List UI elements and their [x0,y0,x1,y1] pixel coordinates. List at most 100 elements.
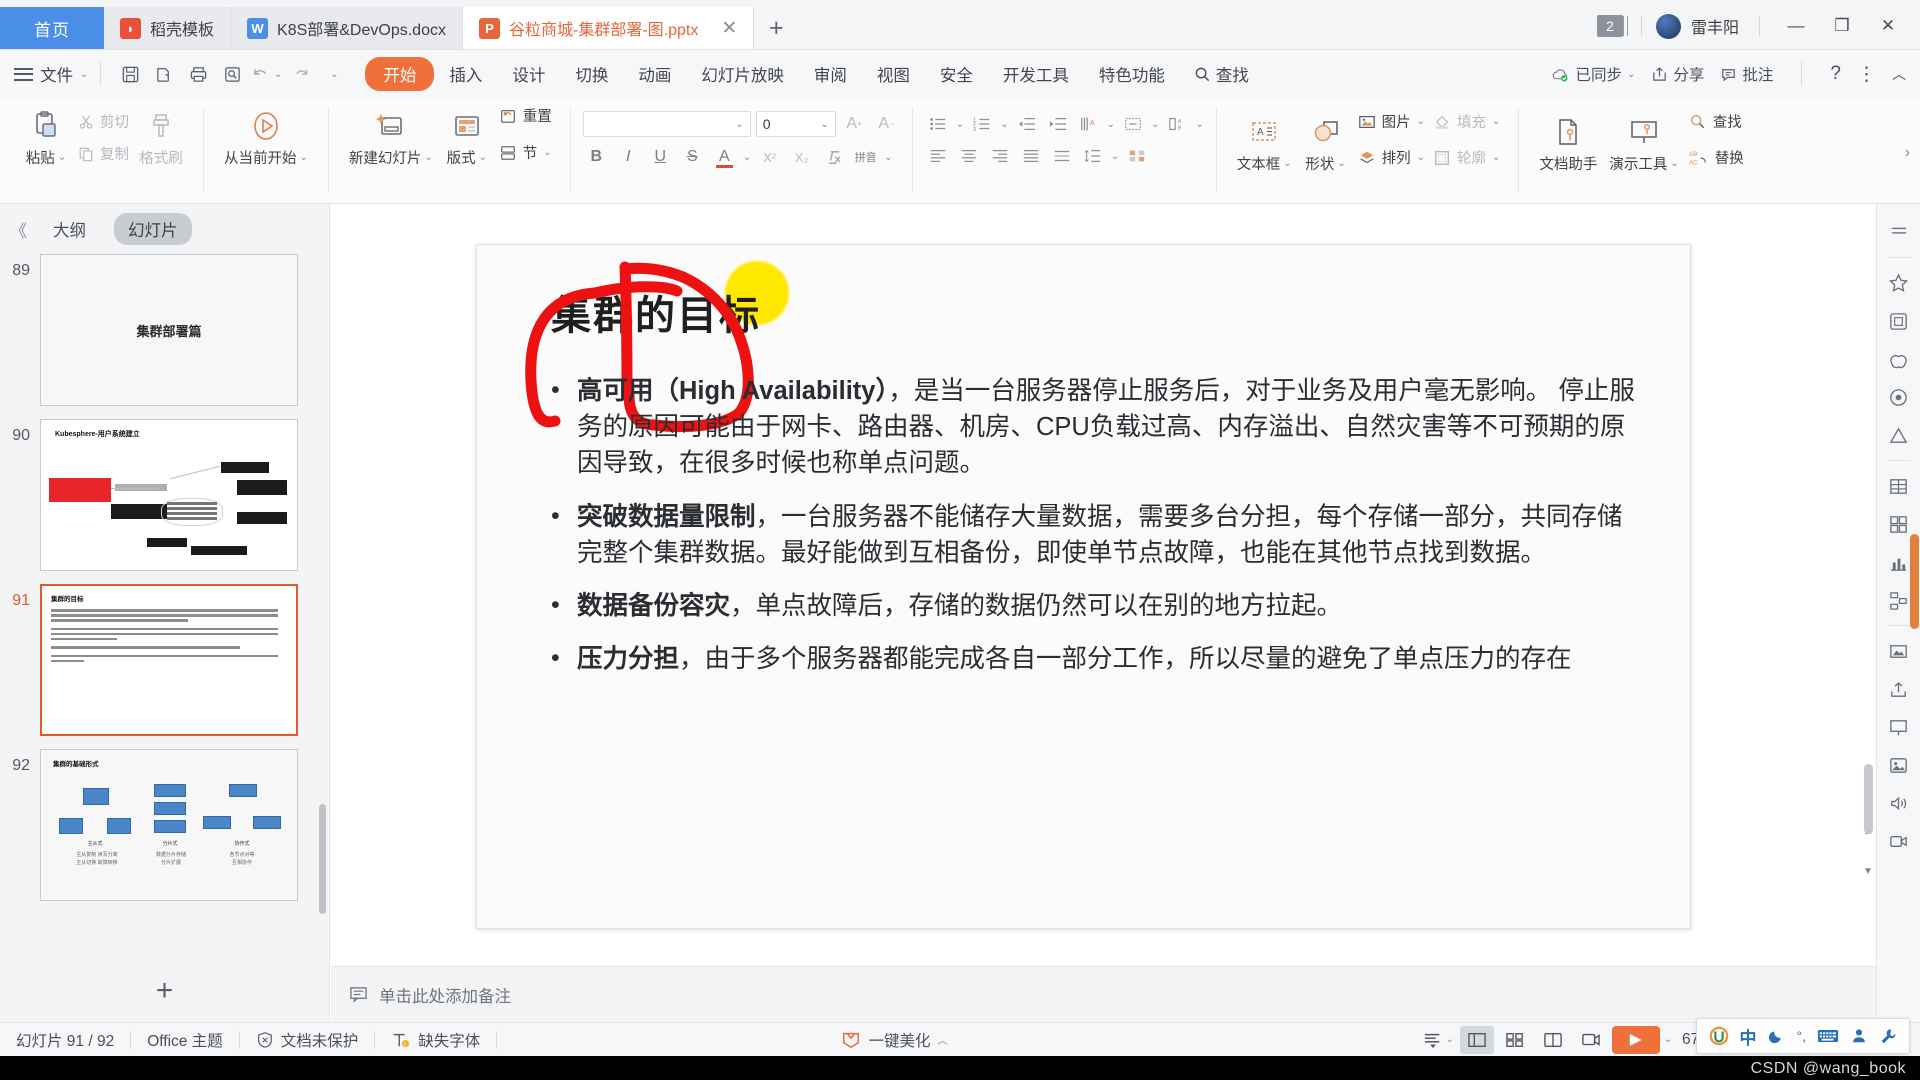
chevron-down-icon[interactable]: ⌄ [1664,1034,1672,1045]
picture-button[interactable]: 图片 ⌄ [1354,110,1429,133]
increase-indent-icon[interactable] [1045,112,1071,136]
chevron-down-icon[interactable]: ⌄ [1000,119,1008,130]
slide-thumbnail[interactable]: 集群的目标 [40,584,298,736]
theme-name[interactable]: Office 主题 [131,1029,239,1051]
reading-view-icon[interactable] [1536,1026,1570,1054]
align-right-icon[interactable] [987,144,1013,168]
panel-collapse-icon[interactable] [1881,214,1917,250]
bullet-item[interactable]: • 数据备份容灾，单点故障后，存储的数据仍然可以在别的地方拉起。 [551,588,1638,624]
protection-status[interactable]: 文档未保护 [240,1029,375,1051]
collapse-panel-icon[interactable]: 《 [10,217,27,242]
section-button[interactable]: 节 ⌄ [495,141,556,164]
beautify-button[interactable]: 一键美化 ︿ [825,1029,963,1051]
slide-scrollbar[interactable] [1864,764,1873,834]
paste-button[interactable]: 粘贴 ⌄ [18,102,74,168]
thumbnail-item-90[interactable]: 90 Kubesphere-用户系统建立 [4,419,329,571]
save-icon[interactable] [113,59,147,89]
normal-view-icon[interactable] [1459,1025,1494,1054]
chevron-down-icon[interactable]: ⌄ [1107,119,1115,130]
collapse-ribbon-button[interactable]: ︿ [1892,64,1906,84]
table-icon[interactable] [1881,468,1917,504]
justify-icon[interactable] [1018,144,1044,168]
ribbon-tab-security[interactable]: 安全 [925,58,988,90]
smartart-icon[interactable] [1124,144,1150,168]
outline-button[interactable]: 轮廓 ⌄ [1429,146,1504,169]
ribbon-tab-insert[interactable]: 插入 [434,58,497,90]
align-center-icon[interactable] [956,144,982,168]
fill-button[interactable]: 填充 ⌄ [1429,110,1504,133]
align-left-icon[interactable] [925,144,951,168]
bullet-list-icon[interactable] [925,112,951,136]
export-icon[interactable] [1881,671,1917,707]
align-text-icon[interactable] [1120,112,1146,136]
vertical-scrollbar[interactable] [1910,534,1919,629]
moon-icon[interactable] [1768,1027,1786,1045]
italic-button[interactable]: I [615,144,642,170]
ribbon-find-button[interactable]: 查找 [1194,62,1249,86]
shape-button[interactable]: 形状 ⌄ [1298,108,1354,174]
ribbon-tab-view[interactable]: 视图 [862,58,925,90]
print-icon[interactable] [181,59,215,89]
notes-pane[interactable]: 单击此处添加备注 [331,966,1876,1022]
tab-slides[interactable]: 幻灯片 [114,213,192,245]
reset-button[interactable]: 重置 [495,104,556,127]
chevron-down-icon[interactable]: ⌄ [743,152,751,163]
numbered-list-icon[interactable]: 123 [969,112,995,136]
avatar[interactable] [1655,13,1681,39]
chevron-down-icon[interactable]: ⌄ [884,152,892,163]
ribbon-tab-transition[interactable]: 切换 [560,58,623,90]
slide-title[interactable]: 集群的目标 [551,283,761,341]
share-button[interactable]: 分享 [1651,63,1704,85]
home-tab[interactable]: 首页 [0,7,104,49]
distribute-icon[interactable] [1049,144,1075,168]
thumbnail-item-89[interactable]: 89 集群部署篇 [4,254,329,406]
thumbnail-scrollbar[interactable] [319,804,326,914]
ribbon-tab-review[interactable]: 审阅 [799,58,862,90]
ribbon-tab-devtools[interactable]: 开发工具 [988,58,1084,90]
font-name-input[interactable]: ⌄ [582,111,751,137]
chevron-down-icon[interactable]: ⌄ [1195,119,1203,130]
tab-count-badge[interactable]: 2 [1596,15,1628,37]
copy-button[interactable]: 复制 [74,142,133,165]
ribbon-expand-icon[interactable]: › [1905,144,1910,162]
tab-outline[interactable]: 大纲 [39,213,100,245]
presenter-view-icon[interactable] [1574,1026,1608,1054]
shape-tool-icon[interactable] [1881,341,1917,377]
subscript-button[interactable]: X₂ [788,144,815,170]
arrange-button[interactable]: 排列 ⌄ [1354,146,1429,169]
more-options-button[interactable]: ⋮ [1857,63,1876,86]
columns-icon[interactable]: AB [1164,112,1190,136]
minimize-button[interactable]: — [1774,9,1818,43]
bullet-item[interactable]: • 压力分担，由于多个服务器都能完成各自一部分工作，所以尽量的避免了单点压力的存… [551,641,1638,677]
chevron-down-icon[interactable]: ⌄ [1111,151,1119,162]
ribbon-tab-design[interactable]: 设计 [497,58,560,90]
underline-button[interactable]: U [647,144,674,170]
font-status[interactable]: ! 缺失字体 [375,1029,496,1051]
clear-format-icon[interactable] [820,144,847,170]
thumbnail-list[interactable]: 89 集群部署篇 90 Kubesphere-用户系统建立 91 集群的目标 9… [0,254,329,960]
chevron-down-icon[interactable]: ⌄ [956,119,964,130]
shrink-font-button[interactable]: A − [873,111,900,137]
picture-icon[interactable] [1881,747,1917,783]
close-tab-icon[interactable]: ✕ [721,19,737,38]
undo-icon[interactable]: ⌄ [249,59,283,89]
ribbon-tab-slideshow[interactable]: 幻灯片放映 [686,58,799,90]
format-painter-button[interactable]: 格式刷 [133,102,189,168]
image-gallery-icon[interactable] [1881,633,1917,669]
close-button[interactable]: ✕ [1866,9,1910,43]
settings-icon[interactable] [1879,1027,1897,1045]
file-menu-button[interactable]: 文件 ⌄ [14,62,88,86]
ribbon-tab-animation[interactable]: 动画 [623,58,686,90]
print-preview-icon[interactable] [215,59,249,89]
scroll-down-arrow-icon[interactable]: ▼ [1861,864,1875,878]
slide-thumbnail[interactable]: 集群的基础形式 主从式 主从复制 读写分离 主从切换 故障转移 分片式 数据分片存… [40,749,298,901]
tab-word-document[interactable]: W K8S部署&DevOps.docx [231,7,463,49]
font-size-input[interactable]: 0 ⌄ [755,111,836,137]
thumbnail-item-92[interactable]: 92 集群的基础形式 主从式 主从复制 读写分离 主从切换 故障转移 分片式 数据… [4,749,329,901]
layout-button[interactable]: 版式 ⌄ [439,102,495,168]
add-slide-button[interactable]: + [0,960,329,1022]
redo-icon[interactable] [283,59,317,89]
current-slide[interactable]: 集群的目标 • 高可用（High Availability），是当一台服务器停止… [476,244,1691,929]
replace-button[interactable]: AB AC 替换 [1685,146,1748,169]
cloud-sync-button[interactable]: 已同步 ⌄ [1551,63,1635,85]
